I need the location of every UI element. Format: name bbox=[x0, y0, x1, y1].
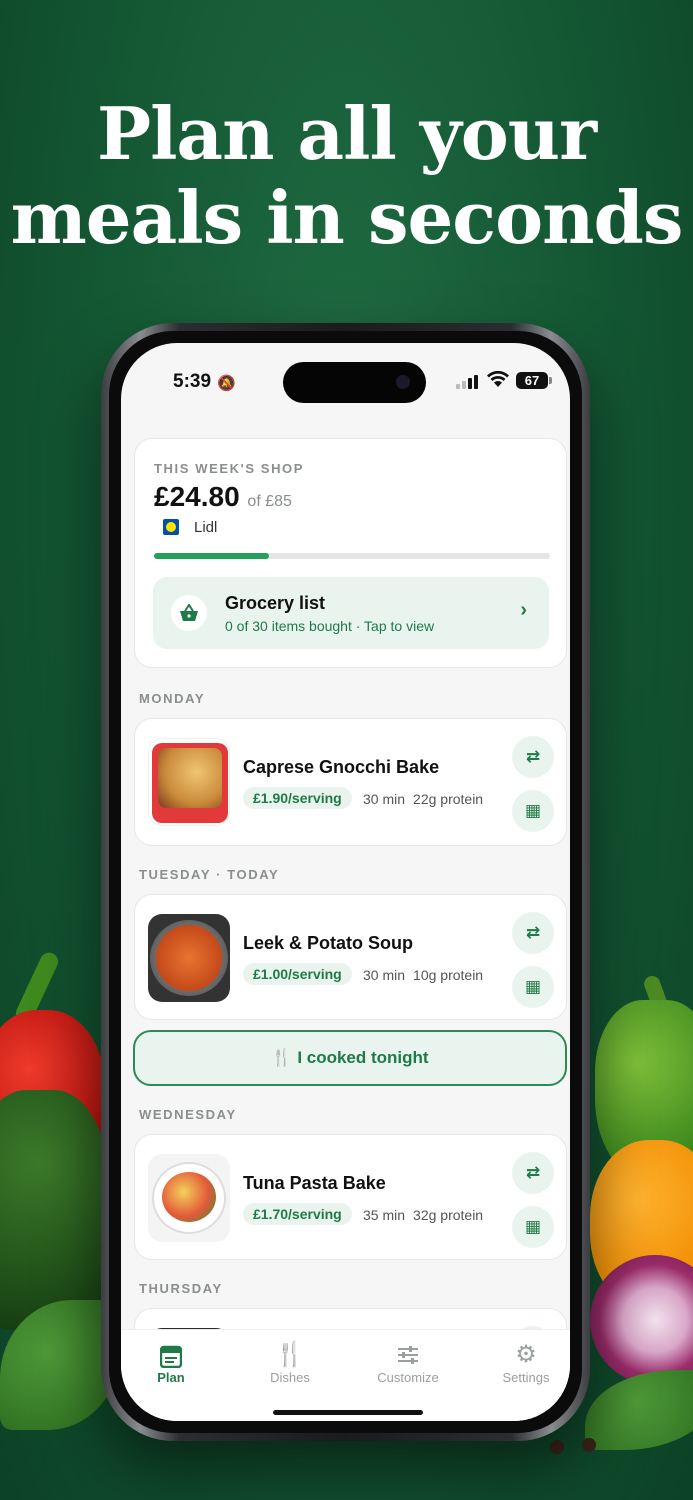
calendar-icon: ▦ bbox=[524, 1217, 542, 1236]
shop-total: £24.80 bbox=[154, 481, 240, 512]
peppercorn bbox=[582, 1438, 596, 1452]
tab-customize[interactable]: Customize bbox=[358, 1340, 458, 1385]
day-label-tuesday: TUESDAY · TODAY bbox=[139, 867, 280, 882]
meal-title: Tuna Pasta Bake bbox=[243, 1173, 386, 1193]
day-label-wednesday: WEDNESDAY bbox=[139, 1107, 237, 1122]
tab-settings[interactable]: ⚙ Settings bbox=[476, 1340, 570, 1385]
fork-knife-icon: 🍴 bbox=[275, 1341, 305, 1368]
tab-bar: Plan 🍴 Dishes Customize ⚙ Settings bbox=[121, 1329, 570, 1421]
meal-price-badge: £1.90/serving bbox=[243, 787, 352, 809]
meal-card[interactable]: Caprese Gnocchi Bake £1.90/serving 30 mi… bbox=[134, 718, 567, 846]
tab-label: Dishes bbox=[270, 1370, 310, 1385]
grocery-subtitle: 0 of 30 items bought · Tap to view bbox=[225, 618, 435, 634]
peppercorn bbox=[550, 1440, 564, 1454]
signal-icon bbox=[456, 375, 478, 389]
meal-title: Leek & Potato Soup bbox=[243, 933, 414, 953]
shop-amount: £24.80 of £85 bbox=[154, 481, 292, 513]
swap-arrows-icon: ⇄ bbox=[525, 747, 541, 766]
swap-arrows-icon: ⇄ bbox=[525, 923, 541, 942]
wifi-icon bbox=[487, 370, 509, 393]
meal-time: 30 min bbox=[363, 791, 406, 807]
plan-content[interactable]: THIS WEEK'S SHOP £24.80 of £85 Lidl Groc… bbox=[121, 438, 570, 1421]
battery-icon: 67 bbox=[516, 372, 552, 389]
meal-price-badge: £1.70/serving bbox=[243, 1203, 352, 1225]
cooked-tonight-label: I cooked tonight bbox=[297, 1048, 429, 1067]
swap-arrows-icon: ⇄ bbox=[525, 1163, 541, 1182]
swap-meal-button[interactable]: ⇄ bbox=[512, 1152, 554, 1194]
tab-label: Customize bbox=[377, 1370, 439, 1385]
meal-meta: 30 min 10g protein bbox=[363, 967, 483, 983]
meal-title: Caprese Gnocchi Bake bbox=[243, 757, 440, 777]
shop-eyebrow: THIS WEEK'S SHOP bbox=[154, 461, 305, 476]
day-label-monday: MONDAY bbox=[139, 691, 206, 706]
cooked-tonight-button[interactable]: 🍴 I cooked tonight bbox=[133, 1030, 567, 1086]
chevron-right-icon: › bbox=[520, 599, 527, 621]
reschedule-button[interactable]: ▦ bbox=[512, 1206, 554, 1248]
meal-time: 30 min bbox=[363, 967, 406, 983]
meal-thumbnail bbox=[148, 1154, 230, 1242]
sliders-icon bbox=[358, 1340, 458, 1370]
shop-budget: of £85 bbox=[247, 493, 292, 510]
meal-protein: 22g protein bbox=[413, 791, 484, 807]
reschedule-button[interactable]: ▦ bbox=[512, 790, 554, 832]
meal-protein: 32g protein bbox=[413, 1207, 484, 1223]
lidl-logo-icon bbox=[163, 519, 179, 535]
tab-label: Plan bbox=[157, 1370, 185, 1385]
meal-time: 35 min bbox=[363, 1207, 406, 1223]
phone-screen: 5:39 🔕 67 THIS WEEK'S SHOP £24.80 of £85 bbox=[121, 343, 570, 1421]
meal-thumbnail bbox=[148, 738, 230, 826]
budget-progress-bar bbox=[154, 553, 550, 559]
weekly-shop-card: THIS WEEK'S SHOP £24.80 of £85 Lidl Groc… bbox=[134, 438, 567, 668]
status-bar: 5:39 🔕 67 bbox=[121, 370, 570, 395]
calendar-icon: ▦ bbox=[524, 977, 542, 996]
calendar-icon: ▦ bbox=[524, 801, 542, 820]
meal-meta: 35 min 32g protein bbox=[363, 1207, 483, 1223]
headline-line-1: Plan all your bbox=[96, 91, 597, 176]
reschedule-button[interactable]: ▦ bbox=[512, 966, 554, 1008]
basket-icon bbox=[171, 595, 207, 631]
calendar-icon bbox=[121, 1340, 221, 1370]
fork-knife-icon: 🍴 bbox=[271, 1048, 293, 1067]
meal-price-badge: £1.00/serving bbox=[243, 963, 352, 985]
headline-line-2: meals in seconds bbox=[10, 175, 684, 260]
status-time: 5:39 bbox=[173, 371, 212, 392]
tab-plan[interactable]: Plan bbox=[121, 1340, 221, 1385]
headline: Plan all your meals in seconds bbox=[0, 92, 693, 260]
budget-progress-fill bbox=[154, 553, 269, 559]
home-indicator bbox=[273, 1410, 423, 1415]
meal-protein: 10g protein bbox=[413, 967, 484, 983]
grocery-list-button[interactable]: Grocery list 0 of 30 items bought · Tap … bbox=[153, 577, 549, 649]
meal-meta: 30 min 22g protein bbox=[363, 791, 483, 807]
meal-thumbnail bbox=[148, 914, 230, 1002]
phone-bezel: 5:39 🔕 67 THIS WEEK'S SHOP £24.80 of £85 bbox=[109, 331, 582, 1433]
swap-meal-button[interactable]: ⇄ bbox=[512, 912, 554, 954]
meal-card[interactable]: Tuna Pasta Bake £1.70/serving 35 min 32g … bbox=[134, 1134, 567, 1260]
swap-meal-button[interactable]: ⇄ bbox=[512, 736, 554, 778]
tab-label: Settings bbox=[502, 1370, 550, 1385]
tab-dishes[interactable]: 🍴 Dishes bbox=[240, 1340, 340, 1385]
store-name: Lidl bbox=[194, 519, 218, 536]
meal-card[interactable]: Leek & Potato Soup £1.00/serving 30 min 1… bbox=[134, 894, 567, 1020]
basil-image bbox=[585, 1370, 693, 1450]
day-label-thursday: THURSDAY bbox=[139, 1281, 223, 1296]
grocery-title: Grocery list bbox=[225, 593, 326, 613]
broccoli-image bbox=[0, 1090, 110, 1330]
gear-icon: ⚙ bbox=[515, 1341, 537, 1368]
phone-frame: 5:39 🔕 67 THIS WEEK'S SHOP £24.80 of £85 bbox=[101, 323, 590, 1441]
mute-bell-icon: 🔕 bbox=[217, 375, 236, 392]
